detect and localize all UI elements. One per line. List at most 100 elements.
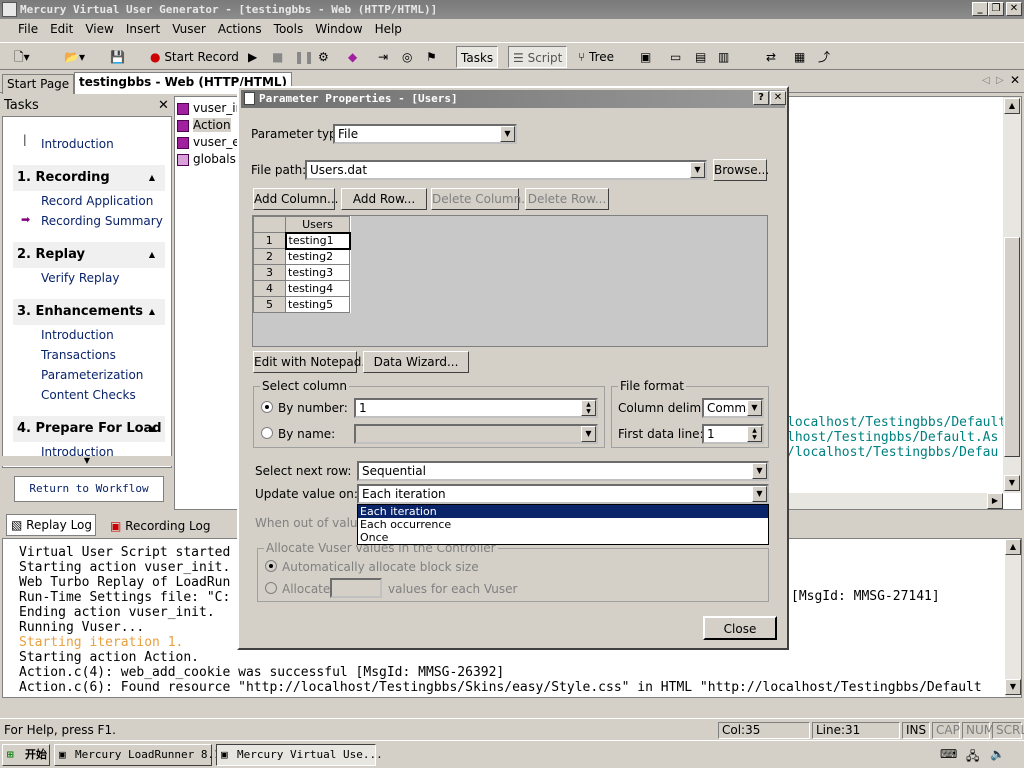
task-introduction-2[interactable]: Introduction — [41, 328, 114, 342]
menu-tools[interactable]: Tools — [268, 19, 310, 39]
first-data-line-input[interactable]: 1 ▲ ▼ — [702, 424, 764, 444]
row-header[interactable]: 1 — [253, 232, 286, 249]
data-table[interactable]: Users 1 testing1 2 testing2 3 testing3 4 tes… — [252, 215, 768, 347]
table-cell[interactable]: testing5 — [285, 296, 350, 313]
tab-start-page[interactable]: Start Page — [2, 74, 75, 94]
layout-icon[interactable]: ▣ — [640, 46, 651, 68]
tab-replay-log[interactable]: ▧ Replay Log — [6, 514, 96, 536]
tree-view-button[interactable]: ⑂ Tree — [578, 46, 614, 68]
play-icon[interactable]: ▶ — [248, 46, 257, 68]
tasks-button[interactable]: Tasks — [456, 46, 499, 68]
menu-insert[interactable]: Insert — [120, 19, 166, 39]
task-verify-replay[interactable]: Verify Replay — [41, 271, 119, 285]
open-icon[interactable]: 📂▾ — [64, 46, 85, 68]
menu-actions[interactable]: Actions — [212, 19, 268, 39]
scroll-down-icon[interactable]: ▼ — [1004, 475, 1020, 491]
table-cell[interactable]: testing4 — [285, 280, 350, 297]
step-icon[interactable]: ⇥ — [378, 46, 388, 68]
close-tasks-icon[interactable]: ✕ — [158, 98, 169, 113]
menu-window[interactable]: Window — [309, 19, 368, 39]
option-each-occurrence[interactable]: Each occurrence — [358, 518, 768, 531]
section-prepare-for-load[interactable]: 4. Prepare For Load ▲ — [13, 416, 165, 442]
task-introduction[interactable]: Introduction — [41, 137, 114, 151]
manual-allocate-radio[interactable] — [265, 582, 277, 594]
tree-item-action[interactable]: Action — [177, 118, 231, 132]
save-icon[interactable]: 💾 — [110, 46, 125, 68]
table-cell[interactable]: testing1 — [284, 231, 351, 250]
menu-file[interactable]: File — [12, 19, 44, 39]
close-window-button[interactable]: ✕ — [1006, 2, 1022, 16]
delimiter-select[interactable]: Comma ▼ — [702, 398, 764, 418]
section-replay[interactable]: 2. Replay ▲ — [13, 242, 165, 268]
spinner-icon[interactable]: ▲ ▼ — [747, 426, 762, 442]
scroll-down-icon[interactable]: ▼ — [1005, 679, 1021, 695]
column-number-input[interactable]: 1 ▲ ▼ — [354, 398, 598, 418]
add-column-button[interactable]: Add Column... — [253, 188, 338, 210]
export-icon[interactable]: ⤴ — [818, 46, 830, 68]
columns-icon[interactable]: ▥ — [718, 46, 729, 68]
menu-vuser[interactable]: Vuser — [166, 19, 212, 39]
data-wizard-button[interactable]: Data Wizard... — [363, 351, 469, 373]
collapse-icon[interactable]: ▲ — [149, 416, 155, 442]
compile-icon[interactable]: ◆ — [348, 46, 357, 68]
column-name-select[interactable]: ▼ — [354, 424, 598, 444]
menu-edit[interactable]: Edit — [44, 19, 79, 39]
tab-scroll-right-icon[interactable]: ▷ — [996, 75, 1004, 86]
delete-column-button[interactable]: Delete Column... — [431, 188, 533, 210]
taskbar-vugen[interactable]: ▣ Mercury Virtual Use... — [216, 744, 383, 766]
panel-icon[interactable]: ▭ — [670, 46, 681, 68]
editor-hscroll[interactable]: ▶ — [779, 493, 1003, 509]
option-once[interactable]: Once — [358, 531, 768, 544]
params-icon[interactable]: ▦ — [794, 46, 805, 68]
browse-button[interactable]: Browse... — [713, 159, 769, 181]
row-header[interactable]: 3 — [253, 264, 286, 281]
close-button[interactable]: Close — [703, 616, 777, 640]
scroll-right-icon[interactable]: ▶ — [987, 493, 1003, 509]
volume-icon[interactable]: 🔈 — [990, 747, 1005, 761]
menu-help[interactable]: Help — [369, 19, 408, 39]
task-content-checks[interactable]: Content Checks — [41, 388, 136, 402]
table-cell[interactable]: testing3 — [285, 264, 350, 281]
script-view-button[interactable]: ☰ Script — [508, 46, 568, 68]
editor-vscroll[interactable]: ▲ ▼ — [1003, 97, 1021, 493]
table-cell[interactable]: testing2 — [285, 248, 350, 265]
tab-recording-log[interactable]: ▣ Recording Log — [106, 516, 210, 536]
tab-scroll-left-icon[interactable]: ◁ — [982, 75, 990, 86]
section-recording[interactable]: 1. Recording ▲ — [13, 165, 165, 191]
new-icon[interactable]: 🗋▾ — [14, 46, 30, 68]
help-button[interactable]: ? — [753, 91, 769, 105]
scroll-up-icon[interactable]: ▲ — [1004, 98, 1020, 114]
collapse-icon[interactable]: ▲ — [149, 299, 155, 325]
close-dialog-button[interactable]: ✕ — [770, 91, 786, 105]
pause-icon[interactable]: ❚❚ — [294, 46, 314, 68]
column-header-users[interactable]: Users — [285, 216, 350, 233]
keyboard-icon[interactable]: ⌨ — [940, 747, 957, 761]
tab-close-icon[interactable]: ✕ — [1010, 73, 1020, 87]
minimize-button[interactable]: _ — [972, 2, 988, 16]
collapse-icon[interactable]: ▲ — [149, 242, 155, 268]
allocate-count-input[interactable] — [330, 578, 382, 598]
edit-with-notepad-button[interactable]: Edit with Notepad... — [253, 351, 373, 373]
task-transactions[interactable]: Transactions — [41, 348, 116, 362]
collapse-icon[interactable]: ▲ — [149, 165, 155, 191]
option-each-iteration[interactable]: Each iteration — [358, 505, 768, 518]
row-header[interactable]: 5 — [253, 296, 286, 313]
select-next-row-select[interactable]: Sequential ▼ — [357, 461, 769, 481]
restore-button[interactable]: ❐ — [988, 2, 1004, 16]
bookmark-icon[interactable]: ⚑ — [426, 46, 437, 68]
param-type-select[interactable]: File ▼ — [333, 124, 517, 144]
scroll-up-icon[interactable]: ▲ — [1005, 539, 1021, 555]
file-path-input[interactable]: Users.dat ▼ — [305, 160, 707, 180]
split-icon[interactable]: ▤ — [695, 46, 706, 68]
breakpoint-icon[interactable]: ◎ — [402, 46, 412, 68]
editor-vscroll-thumb[interactable] — [1004, 237, 1020, 457]
stop-icon[interactable]: ■ — [272, 46, 283, 68]
section-enhancements[interactable]: 3. Enhancements ▲ — [13, 299, 165, 325]
add-row-button[interactable]: Add Row... — [341, 188, 427, 210]
settings-icon[interactable]: ⚙ — [318, 46, 329, 68]
by-number-radio[interactable] — [261, 401, 273, 413]
log-vscroll[interactable]: ▲ ▼ — [1005, 539, 1021, 697]
row-header[interactable]: 4 — [253, 280, 286, 297]
return-to-workflow-button[interactable]: Return to Workflow — [14, 476, 164, 502]
sync-icon[interactable]: ⇄ — [766, 46, 776, 68]
